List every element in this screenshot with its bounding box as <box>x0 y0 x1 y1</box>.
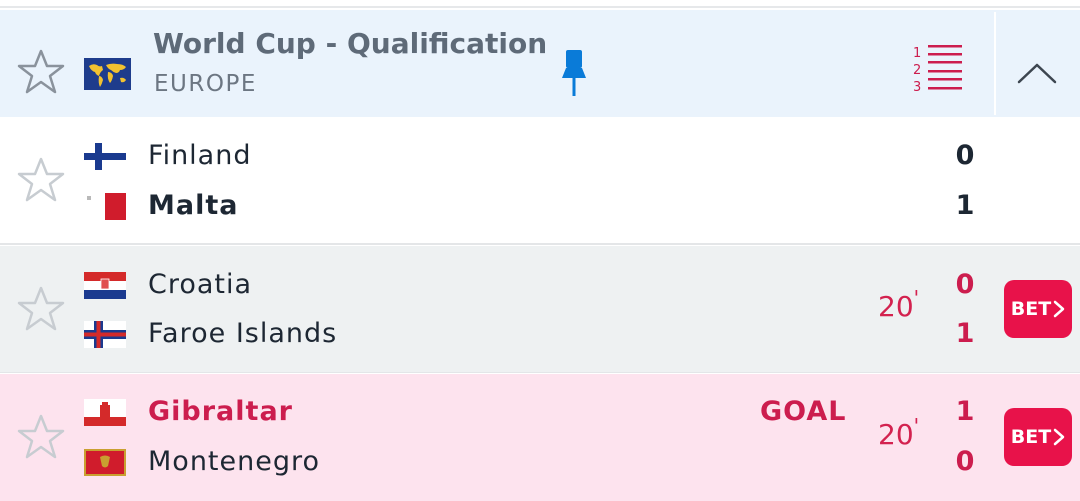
match-minute: 20' <box>878 286 920 323</box>
finland-flag-icon <box>84 143 126 170</box>
svg-text:3: 3 <box>913 80 921 95</box>
home-score: 1 <box>955 396 975 427</box>
croatia-flag-icon <box>84 272 126 299</box>
malta-flag-icon <box>84 193 126 220</box>
chevron-right-icon <box>1053 300 1065 318</box>
bet-button-label: BET <box>1010 426 1052 448</box>
gibraltar-flag-icon <box>84 399 126 426</box>
home-team-name: Finland <box>148 140 252 171</box>
away-score: 1 <box>955 318 975 349</box>
favorite-star-icon[interactable] <box>16 47 66 97</box>
chevron-right-icon <box>1053 428 1065 446</box>
match-row[interactable]: Finland 0 Malta 1 <box>0 117 1080 245</box>
faroe-islands-flag-icon <box>84 321 126 348</box>
bet-button[interactable]: BET <box>1004 408 1072 466</box>
match-row[interactable]: Gibraltar GOAL 1 Montenegro 0 20' BET <box>0 374 1080 501</box>
home-team-name: Gibraltar <box>148 396 293 427</box>
bet-button[interactable]: BET <box>1004 280 1072 338</box>
away-team-name: Faroe Islands <box>148 318 338 349</box>
favorite-star-icon[interactable] <box>16 155 66 205</box>
home-score: 0 <box>955 269 975 300</box>
svg-text:2: 2 <box>913 63 921 78</box>
match-row[interactable]: Croatia 0 Faroe Islands 1 20' BET <box>0 246 1080 373</box>
goal-badge: GOAL <box>760 396 847 427</box>
league-region: EUROPE <box>154 71 257 97</box>
bet-button-label: BET <box>1010 298 1052 320</box>
away-team-name: Malta <box>148 190 239 221</box>
svg-text:1: 1 <box>913 46 921 61</box>
match-minute: 20' <box>878 414 920 451</box>
away-score: 1 <box>955 190 975 221</box>
top-strip <box>0 0 1080 8</box>
pin-icon[interactable] <box>560 48 588 98</box>
standings-list-icon[interactable]: 1 2 3 <box>910 43 966 95</box>
montenegro-flag-icon <box>84 449 126 476</box>
away-team-name: Montenegro <box>148 446 321 477</box>
league-title: World Cup - Qualification <box>153 27 548 60</box>
header-divider <box>994 12 996 115</box>
match-minute-value: 20 <box>878 290 914 323</box>
chevron-up-icon[interactable] <box>1016 60 1058 86</box>
favorite-star-icon[interactable] <box>16 284 66 334</box>
world-map-icon <box>84 58 131 90</box>
match-minute-value: 20 <box>878 418 914 451</box>
away-score: 0 <box>955 446 975 477</box>
favorite-star-icon[interactable] <box>16 412 66 462</box>
home-score: 0 <box>955 140 975 171</box>
league-header[interactable]: World Cup - Qualification EUROPE 1 2 3 <box>0 10 1080 117</box>
home-team-name: Croatia <box>148 269 253 300</box>
